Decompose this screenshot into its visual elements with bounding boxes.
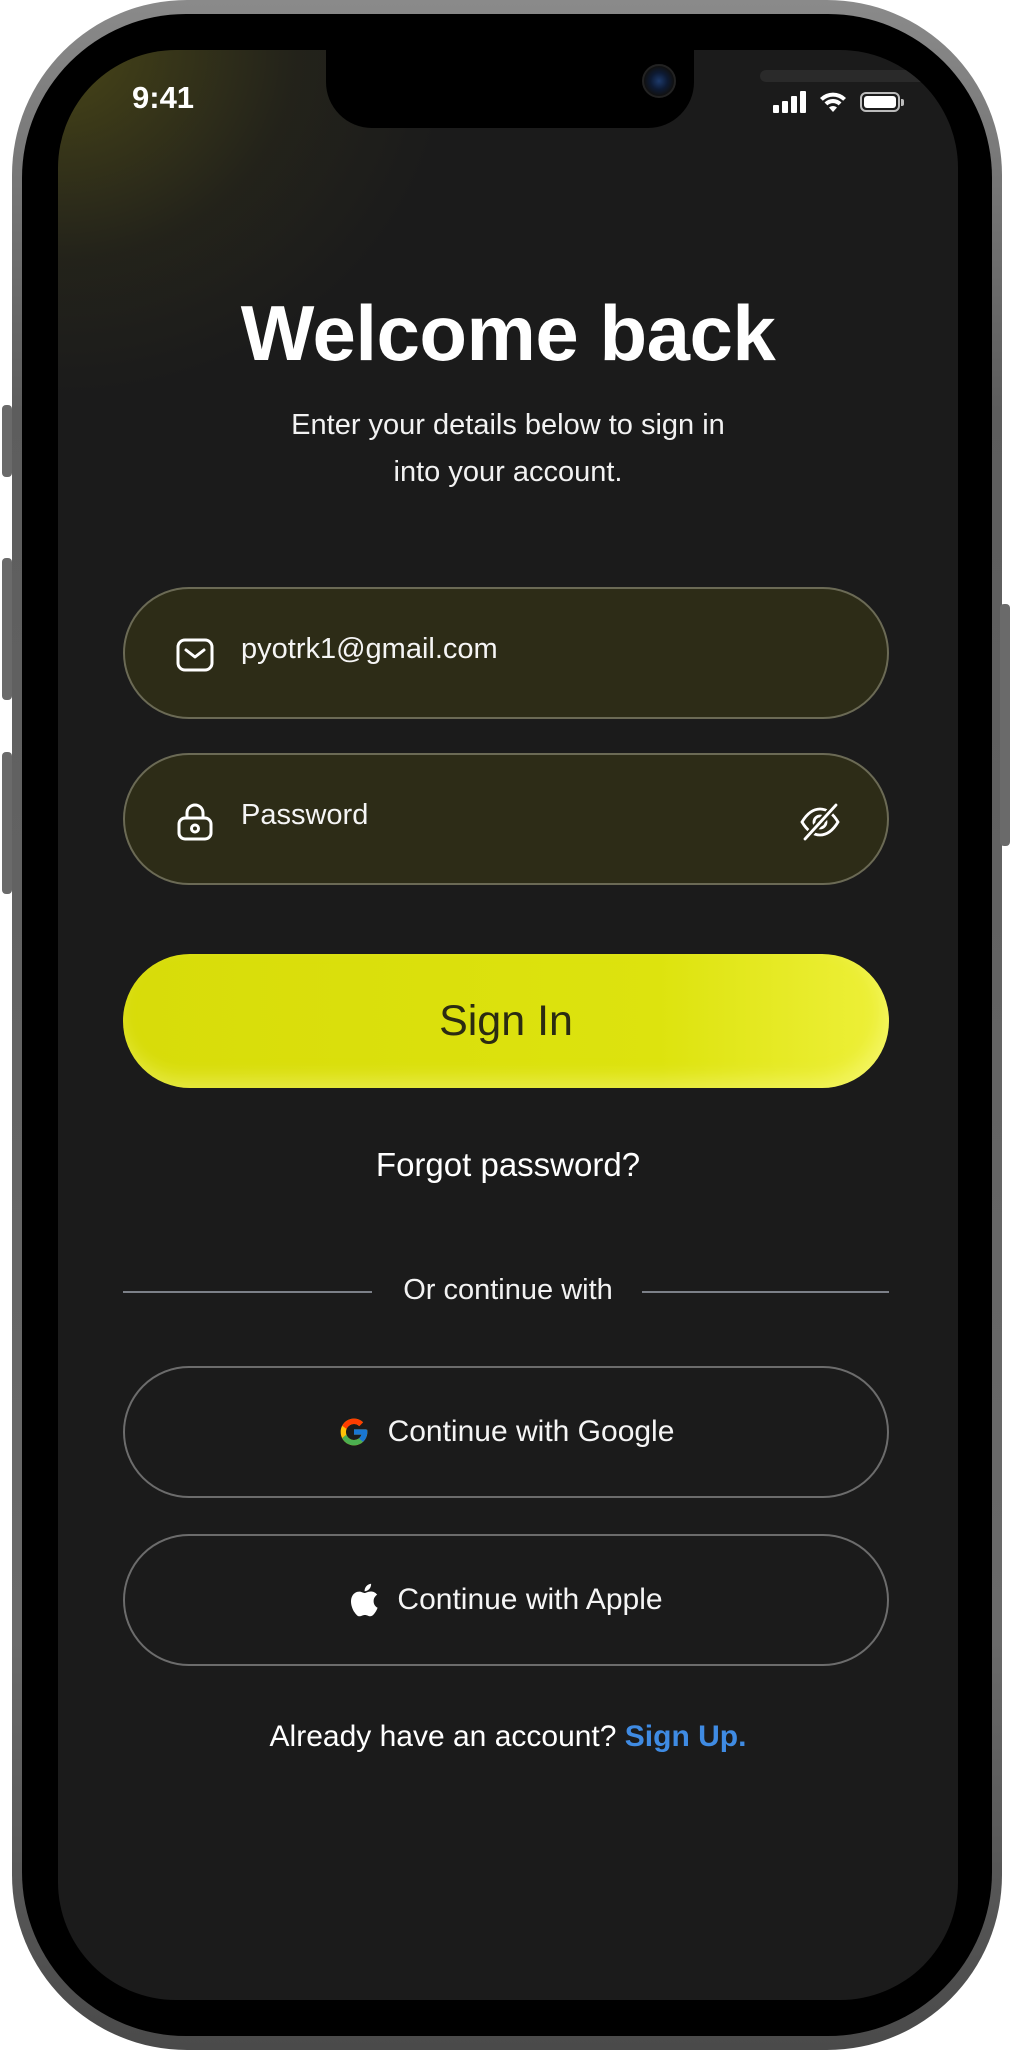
battery-icon	[860, 92, 904, 112]
divider-line-right	[642, 1291, 889, 1293]
notch	[326, 50, 940, 128]
eye-off-icon[interactable]	[799, 801, 841, 843]
apple-icon	[351, 1583, 379, 1617]
google-icon	[340, 1418, 367, 1446]
page-title: Welcome back	[240, 289, 776, 377]
subtitle-line-1: Enter your details below to sign in	[291, 409, 725, 441]
front-camera	[642, 64, 676, 98]
signup-link[interactable]: Sign Up.	[625, 1720, 747, 1753]
volume-down-button	[2, 752, 12, 894]
google-signin-button[interactable]: Continue with Google	[123, 1366, 889, 1498]
screen: 9:41 Welcome back Enter your details bel…	[58, 50, 958, 2000]
apple-signin-label: Continue with Apple	[397, 1583, 663, 1616]
volume-up-button	[2, 558, 12, 700]
password-placeholder: Password	[241, 799, 369, 831]
mute-switch	[2, 405, 12, 477]
subtitle-line-2: into your account.	[393, 456, 623, 488]
email-value: pyotrk1@gmail.com	[241, 633, 498, 665]
forgot-password-link[interactable]: Forgot password?	[58, 1146, 958, 1184]
divider-line-left	[123, 1291, 372, 1293]
status-time: 9:41	[132, 80, 195, 115]
wifi-icon	[820, 92, 846, 112]
google-signin-label: Continue with Google	[387, 1415, 675, 1448]
apple-signin-button[interactable]: Continue with Apple	[123, 1534, 889, 1666]
sign-in-button[interactable]: Sign In	[123, 954, 889, 1088]
password-field[interactable]: Password	[123, 753, 889, 885]
signup-prompt: Already have an account? Sign Up.	[58, 1720, 958, 1754]
email-field[interactable]: pyotrk1@gmail.com	[123, 587, 889, 719]
page-subtitle: Enter your details below to sign in into…	[258, 402, 758, 496]
lock-icon	[177, 803, 213, 841]
signup-prompt-text: Already have an account?	[269, 1720, 617, 1753]
signal-icon	[773, 91, 806, 113]
mail-icon	[176, 638, 214, 672]
status-icons	[773, 90, 904, 114]
divider-label: Or continue with	[403, 1274, 613, 1306]
earpiece-speaker	[760, 70, 940, 82]
power-button	[1000, 604, 1010, 846]
